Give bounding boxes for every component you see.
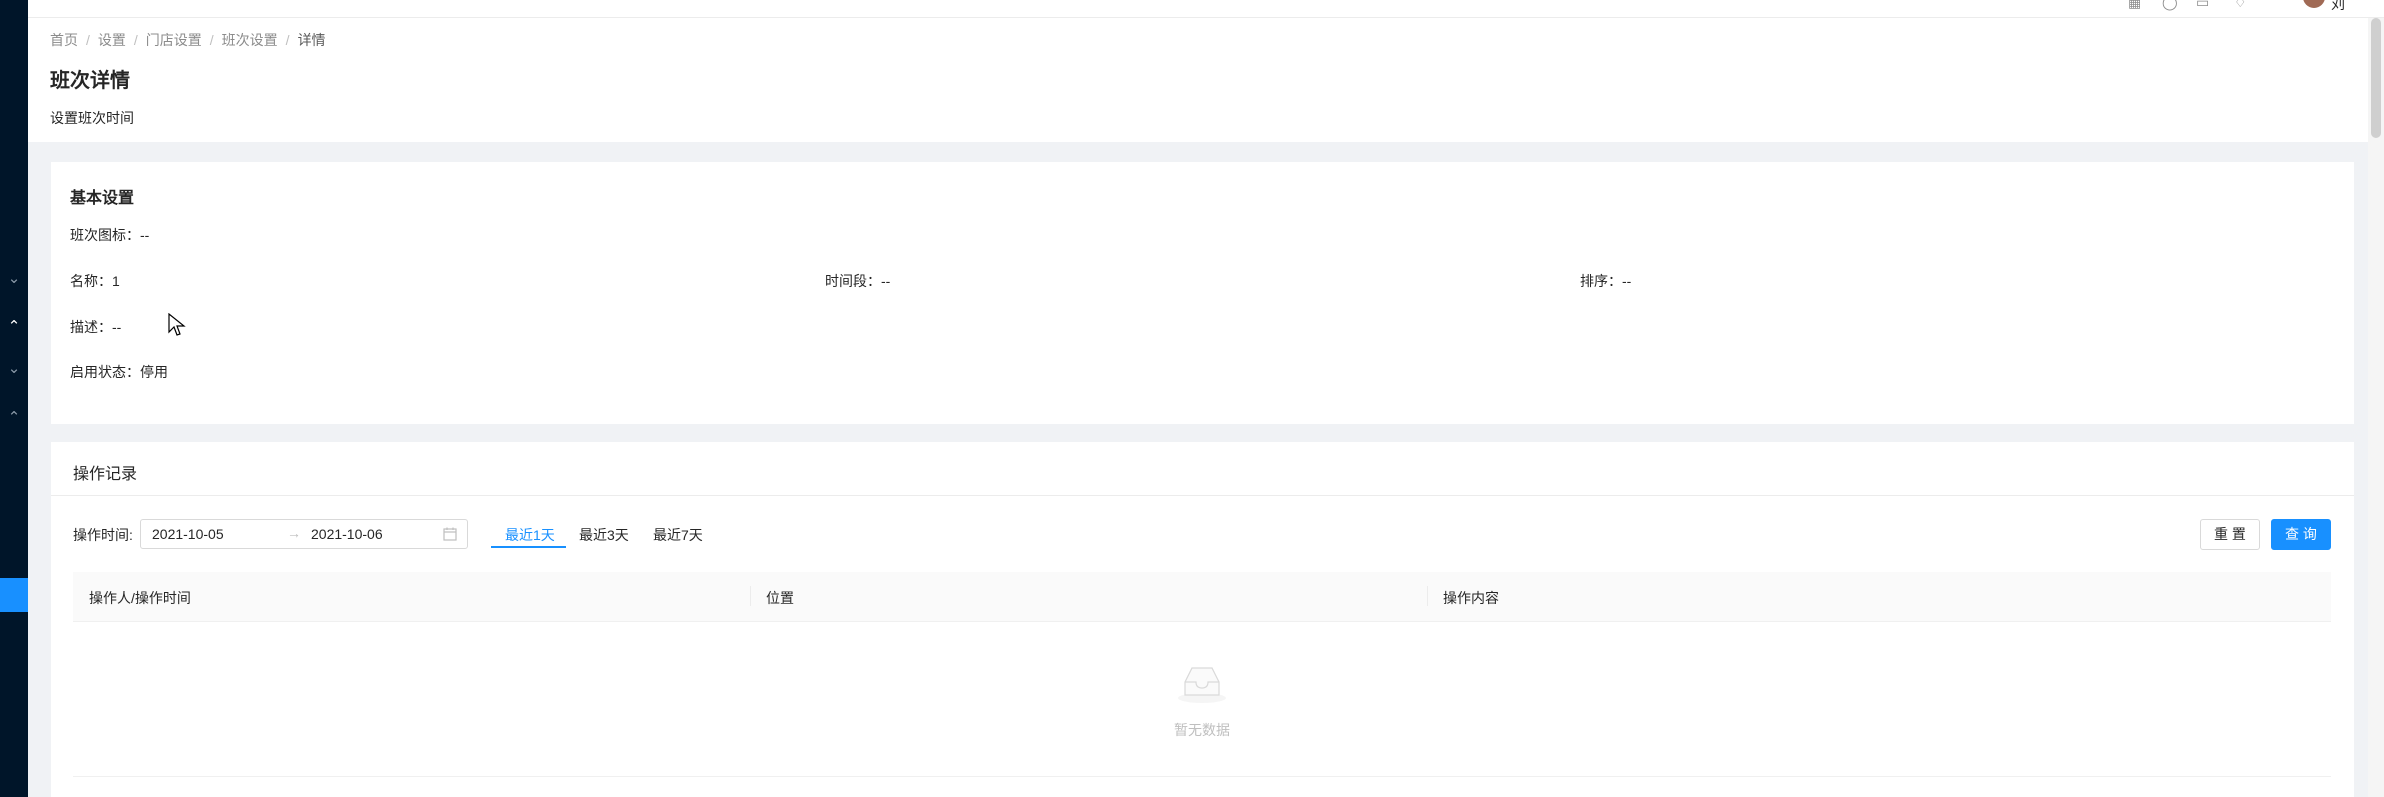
operation-record-title: 操作记录 (73, 466, 138, 483)
column-operator-time: 操作人/操作时间 (89, 590, 191, 606)
column-divider (1427, 586, 1428, 606)
field-label: 班次图标： (70, 227, 140, 243)
user-name[interactable]: 刘 (2331, 0, 2345, 14)
column-operation-content: 操作内容 (1443, 590, 1499, 606)
basic-settings-title: 基本设置 (70, 190, 135, 207)
field-label: 名称： (70, 273, 112, 289)
sidebar-active-item[interactable] (0, 578, 28, 612)
field-value: 停用 (140, 364, 168, 380)
apps-icon[interactable]: ▭ (2196, 0, 2209, 11)
breadcrumb: 首页 / 设置 / 门店设置 / 班次设置 / 详情 (50, 30, 326, 50)
field-label: 描述： (70, 319, 112, 335)
breadcrumb-settings[interactable]: 设置 (98, 32, 126, 48)
grid-icon[interactable]: ▦ (2128, 0, 2141, 11)
field-description: 描述：-- (70, 317, 121, 337)
chevron-down-icon[interactable]: ⌄ (0, 354, 28, 384)
field-label: 启用状态： (70, 364, 140, 380)
quick-last-7-days[interactable]: 最近7天 (653, 525, 703, 545)
mouse-cursor-icon (168, 312, 186, 343)
bell-icon[interactable]: ♢ (2234, 0, 2247, 11)
operation-record-header: 操作记录 (51, 442, 2354, 496)
breadcrumb-store-settings[interactable]: 门店设置 (146, 32, 202, 48)
scrollbar-thumb[interactable] (2371, 18, 2381, 138)
empty-state: 暂无数据 (73, 622, 2331, 777)
query-button[interactable]: 查 询 (2271, 519, 2331, 550)
field-name: 名称：1 (70, 271, 120, 291)
quick-active-underline (491, 546, 566, 548)
breadcrumb-separator: / (86, 32, 90, 48)
field-value: 1 (112, 273, 120, 289)
breadcrumb-current: 详情 (297, 32, 326, 48)
range-arrow-icon: → (287, 525, 301, 541)
page-subtitle: 设置班次时间 (50, 110, 134, 126)
basic-settings-card: 基本设置 班次图标：-- 名称：1 时间段：-- 排序：-- 描述：-- 启用状… (51, 162, 2354, 424)
page-title: 班次详情 (50, 70, 130, 92)
chevron-up-icon[interactable]: ⌃ (0, 403, 28, 433)
page-scrollbar[interactable] (2368, 18, 2384, 797)
empty-text: 暂无数据 (1174, 722, 1230, 738)
field-value: -- (881, 273, 891, 289)
breadcrumb-separator: / (209, 32, 214, 48)
column-location: 位置 (766, 590, 794, 606)
breadcrumb-home[interactable]: 首页 (50, 32, 78, 48)
start-date-input[interactable]: 2021-10-05 (152, 526, 224, 542)
chevron-down-icon[interactable]: ⌄ (0, 264, 28, 294)
avatar[interactable] (2303, 0, 2325, 8)
chevron-up-icon[interactable]: ⌃ (0, 312, 28, 342)
sidebar: ⌄ ⌃ ⌄ ⌃ (0, 0, 28, 797)
operation-record-card: 操作记录 操作时间: 2021-10-05 → 2021-10-06 最近1天 … (51, 442, 2354, 797)
help-icon[interactable]: ◯ (2162, 0, 2178, 11)
column-divider (750, 586, 751, 606)
field-sort: 排序：-- (1580, 271, 1631, 291)
empty-inbox-icon (1176, 664, 1228, 710)
field-time-period: 时间段：-- (825, 271, 890, 291)
table-header: 操作人/操作时间 位置 操作内容 (73, 572, 2331, 622)
top-header: ▦ ◯ ▭ ♢ 刘 (28, 0, 2384, 18)
field-value: -- (140, 227, 150, 243)
field-status: 启用状态：停用 (70, 362, 168, 382)
field-label: 时间段： (825, 273, 881, 289)
quick-last-3-days[interactable]: 最近3天 (579, 525, 629, 545)
breadcrumb-shift-settings[interactable]: 班次设置 (222, 32, 278, 48)
reset-button[interactable]: 重 置 (2200, 519, 2260, 550)
field-label: 排序： (1580, 273, 1622, 289)
breadcrumb-separator: / (285, 32, 290, 48)
field-value: -- (1622, 273, 1632, 289)
date-range-picker[interactable]: 2021-10-05 → 2021-10-06 (140, 519, 468, 549)
breadcrumb-separator: / (133, 32, 138, 48)
operation-time-label: 操作时间: (73, 527, 133, 543)
field-shift-icon: 班次图标：-- (70, 225, 149, 245)
calendar-icon[interactable] (443, 527, 457, 544)
quick-last-1-day[interactable]: 最近1天 (505, 525, 555, 545)
page-header: 首页 / 设置 / 门店设置 / 班次设置 / 详情 班次详情 设置班次时间 (28, 18, 2384, 142)
field-value: -- (112, 319, 122, 335)
end-date-input[interactable]: 2021-10-06 (311, 526, 383, 542)
